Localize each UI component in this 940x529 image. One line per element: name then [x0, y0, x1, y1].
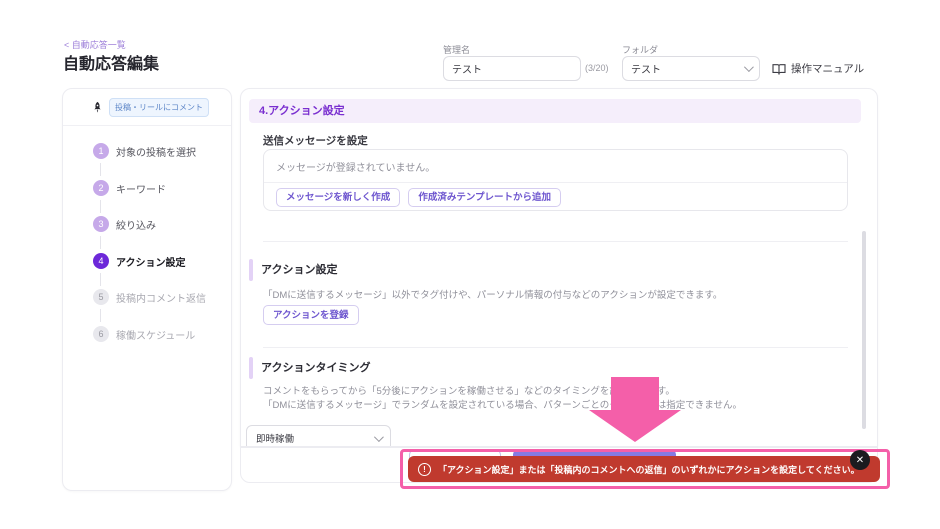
step-connector	[100, 200, 101, 213]
timing-select[interactable]: 即時稼働	[246, 425, 391, 447]
folder-label: フォルダ	[622, 43, 658, 56]
sidebar-step-schedule[interactable]: 6 稼働スケジュール	[93, 326, 195, 342]
step-connector	[100, 309, 101, 322]
scrollbar-thumb[interactable]	[862, 231, 866, 429]
step-number: 2	[93, 180, 109, 196]
section-banner: 4.アクション設定	[249, 99, 861, 123]
exclamation-circle-icon: !	[418, 463, 431, 476]
sidebar-step-comment-reply[interactable]: 5 投稿内コメント返信	[93, 289, 206, 305]
manual-link[interactable]: 操作マニュアル	[772, 61, 864, 76]
message-empty-card: メッセージが登録されていません。 メッセージを新しく作成 作成済みテンプレートか…	[263, 149, 848, 211]
rocket-icon	[91, 101, 104, 114]
error-toast: ! 「アクション設定」または「投稿内のコメントへの返信」のいずれかにアクションを…	[408, 456, 880, 482]
step-number: 4	[93, 253, 109, 269]
book-icon	[772, 63, 786, 75]
chevron-down-icon	[374, 432, 384, 442]
step-label: 絞り込み	[116, 217, 156, 232]
timing-description-line2: 「DMに送信するメッセージ」でランダムを設定されている場合、パターンごとのタイミ…	[263, 397, 742, 411]
pink-arrow-head	[589, 410, 681, 442]
pink-arrow	[611, 377, 659, 410]
step-label: 稼働スケジュール	[116, 327, 195, 342]
folder-select[interactable]: テスト	[622, 56, 760, 81]
step-number: 1	[93, 143, 109, 159]
sidebar-step-keywords[interactable]: 2 キーワード	[93, 180, 166, 196]
sidebar-header: 投稿・リールにコメント	[63, 89, 231, 126]
error-toast-message: 「アクション設定」または「投稿内のコメントへの返信」のいずれかにアクションを設定…	[438, 463, 860, 476]
divider	[263, 241, 848, 242]
step-connector	[100, 273, 101, 286]
step-number: 3	[93, 216, 109, 232]
step-number: 6	[93, 326, 109, 342]
step-label: 投稿内コメント返信	[116, 290, 206, 305]
mode-chip: 投稿・リールにコメント	[109, 98, 209, 117]
action-section-description: 「DMに送信するメッセージ」以外でタグ付けや、パーソナル情報の付与などのアクショ…	[263, 287, 722, 301]
step-connector	[100, 236, 101, 249]
timing-select-value: 即時稼働	[256, 431, 294, 445]
step-label: 対象の投稿を選択	[116, 144, 196, 159]
app-window: < 自動応答一覧 自動応答編集 管理名 (3/20) フォルダ テスト 操作マニ…	[0, 0, 940, 529]
divider	[263, 347, 848, 348]
char-counter: (3/20)	[585, 63, 609, 73]
admin-name-label: 管理名	[443, 43, 470, 56]
step-label: アクション設定	[116, 254, 186, 269]
message-empty-text: メッセージが登録されていません。	[276, 159, 435, 174]
add-from-template-button[interactable]: 作成済みテンプレートから追加	[408, 188, 561, 207]
section-accent-bar	[249, 357, 253, 379]
step-number: 5	[93, 289, 109, 305]
manual-link-label: 操作マニュアル	[791, 61, 864, 76]
folder-select-value: テスト	[631, 61, 661, 76]
sidebar-step-filtering[interactable]: 3 絞り込み	[93, 216, 156, 232]
sidebar-step-select-posts[interactable]: 1 対象の投稿を選択	[93, 143, 196, 159]
register-action-button[interactable]: アクションを登録	[263, 305, 359, 325]
close-icon[interactable]: ✕	[850, 450, 870, 470]
sidebar-step-action-settings[interactable]: 4 アクション設定	[93, 253, 186, 269]
message-section-title: 送信メッセージを設定	[263, 133, 368, 148]
create-message-button[interactable]: メッセージを新しく作成	[276, 188, 400, 207]
step-sidebar: 投稿・リールにコメント 1 対象の投稿を選択 2 キーワード 3 絞り込み 4 …	[62, 88, 232, 491]
admin-name-input[interactable]	[443, 56, 581, 81]
timing-section-title: アクションタイミング	[261, 359, 370, 375]
page-title: 自動応答編集	[63, 50, 159, 74]
section-accent-bar	[249, 259, 253, 281]
divider	[264, 182, 847, 183]
chevron-down-icon	[744, 62, 754, 72]
action-section-title: アクション設定	[261, 261, 337, 277]
main-panel: 4.アクション設定 送信メッセージを設定 メッセージが登録されていません。 メッ…	[240, 88, 878, 447]
step-connector	[100, 163, 101, 176]
step-label: キーワード	[116, 181, 166, 196]
